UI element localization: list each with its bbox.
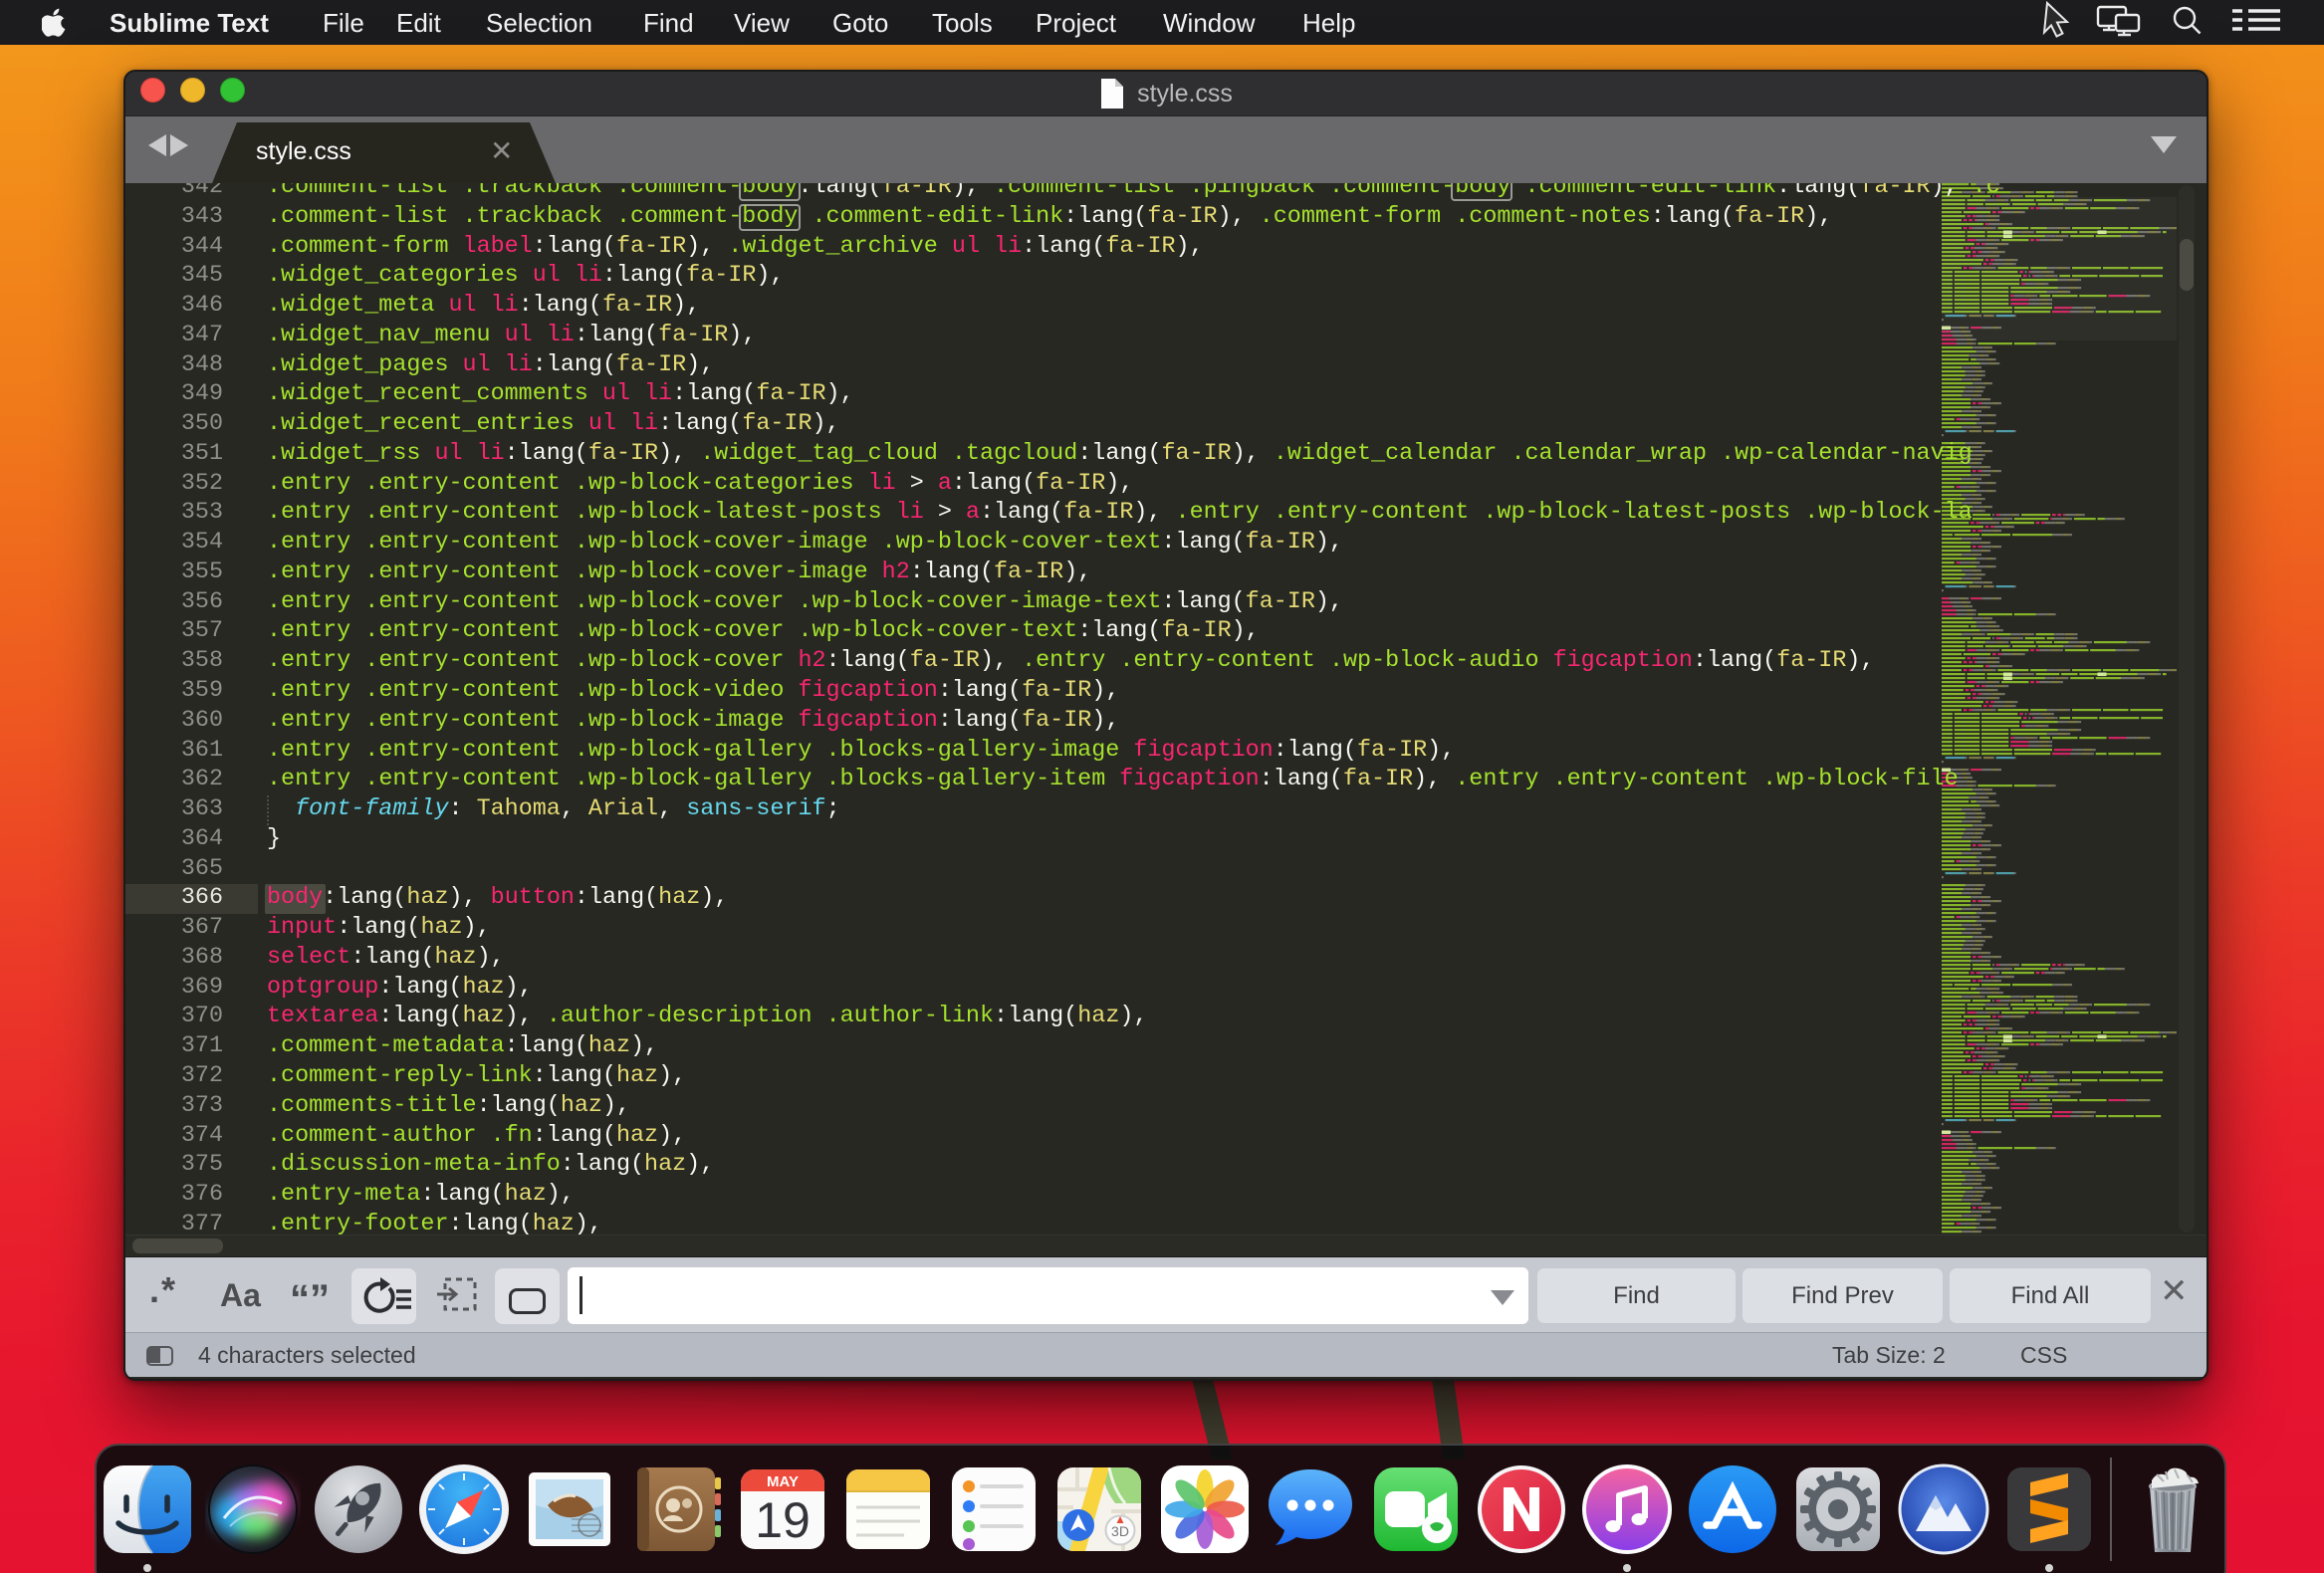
- svg-text:MAY: MAY: [767, 1473, 799, 1490]
- svg-text:19: 19: [755, 1492, 811, 1548]
- svg-text:3D: 3D: [1111, 1523, 1129, 1539]
